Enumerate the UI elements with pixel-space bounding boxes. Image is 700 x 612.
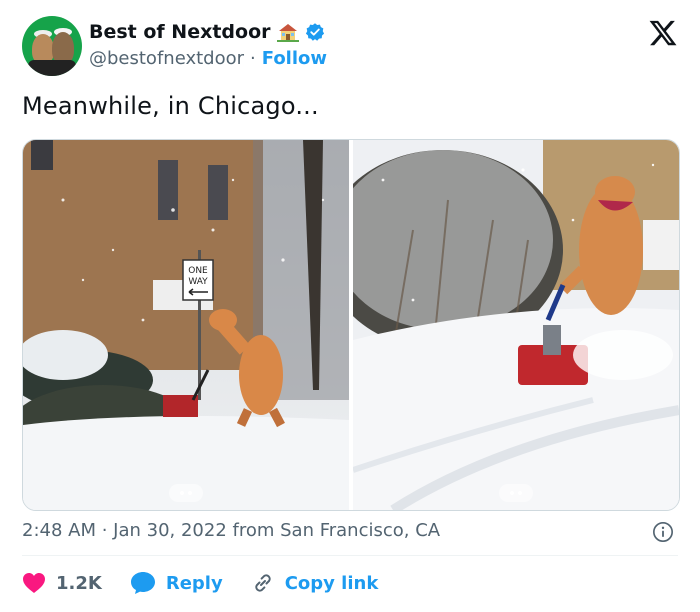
photo-1-image: ONE WAY <box>23 140 349 510</box>
handle-row: @bestofnextdoor · Follow <box>89 48 327 69</box>
tweet-timestamp[interactable]: 2:48 AM · Jan 30, 2022 from San Francisc… <box>22 520 440 541</box>
media-grid: ONE WAY <box>22 139 680 511</box>
copy-link-button[interactable]: Copy link <box>251 571 379 595</box>
link-icon <box>255 574 271 592</box>
divider <box>22 555 678 556</box>
media-pager <box>499 484 533 502</box>
copy-link-label: Copy link <box>284 572 379 594</box>
separator-dot: · <box>250 48 256 69</box>
follow-button[interactable]: Follow <box>262 48 327 69</box>
avatar[interactable] <box>22 16 82 76</box>
reply-bubble-icon <box>130 572 155 594</box>
reply-label: Reply <box>165 572 223 594</box>
tweet-text: Meanwhile, in Chicago... <box>22 92 319 120</box>
like-button[interactable]: 1.2K <box>22 572 102 594</box>
heart-icon <box>23 573 45 593</box>
photo-1[interactable]: ONE WAY <box>23 140 349 510</box>
x-logo-icon[interactable] <box>648 18 678 48</box>
photo-2-image <box>353 140 679 510</box>
handle[interactable]: @bestofnextdoor <box>89 48 244 69</box>
sign-text: ONE <box>188 266 208 276</box>
avatar-detail <box>28 60 76 76</box>
media-pager <box>169 484 203 502</box>
action-bar: 1.2K Reply Copy link <box>22 571 406 595</box>
photo-2[interactable] <box>353 140 679 510</box>
info-icon[interactable] <box>652 521 674 543</box>
author-name-row: Best of Nextdoor <box>89 21 325 43</box>
reply-button[interactable]: Reply <box>130 571 223 595</box>
house-icon <box>276 24 299 42</box>
sign-text: WAY <box>188 277 208 287</box>
display-name[interactable]: Best of Nextdoor <box>89 21 271 43</box>
verified-icon <box>305 23 324 41</box>
like-count: 1.2K <box>56 572 102 594</box>
